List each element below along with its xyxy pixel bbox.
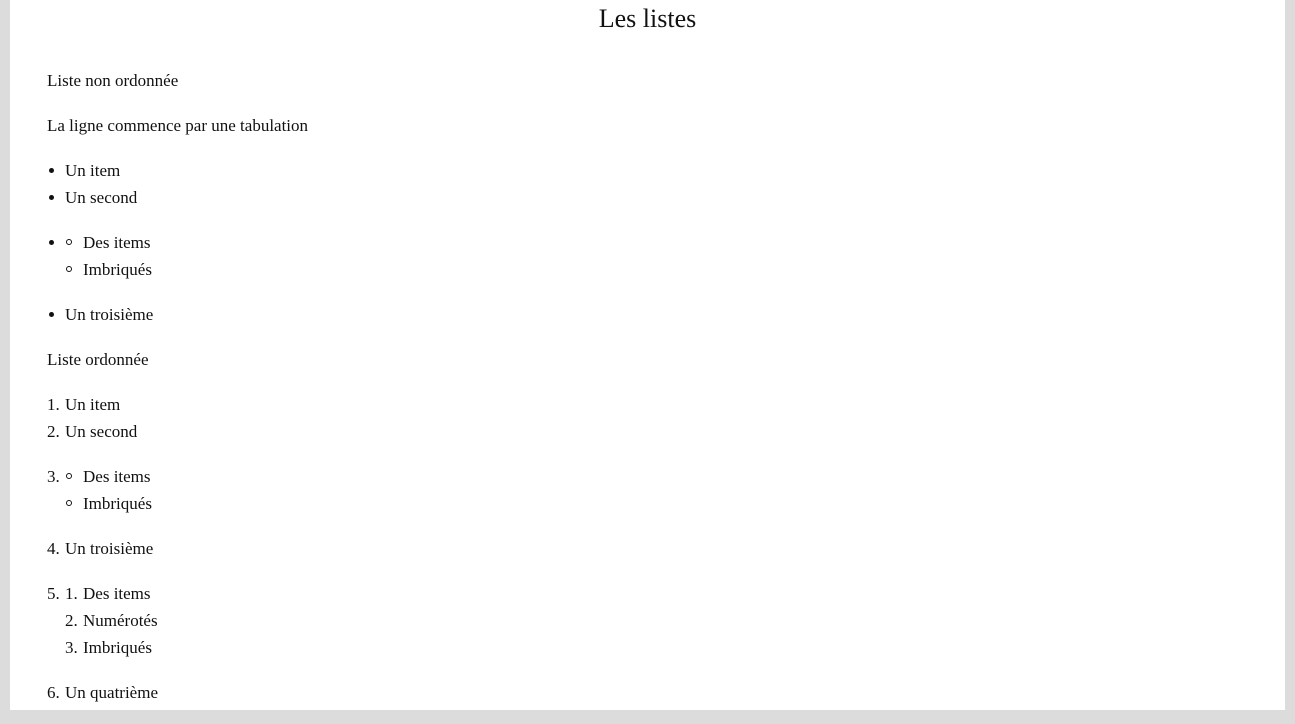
page: Les listes Liste non ordonnée La ligne c…: [10, 0, 1285, 710]
item-number: 1.: [65, 584, 78, 603]
list-item: Un troisième: [47, 301, 308, 328]
ordered-item: 1. Un item: [47, 391, 308, 418]
nested-list-item: 2. Numérotés: [65, 607, 308, 634]
unordered-heading: Liste non ordonnée: [47, 71, 179, 90]
nested-bullet-list: Des items Imbriqués: [65, 229, 308, 283]
item-number: 5.: [47, 584, 60, 603]
list-item: Un second: [47, 184, 308, 211]
list-item: Des items Imbriqués: [47, 229, 308, 283]
list-item: Un item: [47, 157, 308, 184]
ordered-item: 5. 1. Des items 2. Numérotés 3. Imbriqués: [47, 580, 308, 661]
item-number: 1.: [47, 395, 60, 414]
ordered-item: 2. Un second: [47, 418, 308, 445]
ordered-item: 3. Des items Imbriqués: [47, 463, 308, 517]
unordered-intro: La ligne commence par une tabulation: [47, 116, 309, 135]
ordered-list: 1. Un item 2. Un second 3. Des items Imbri…: [47, 391, 308, 706]
item-number: 2.: [47, 422, 60, 441]
ordered-item: 6. Un quatrième: [47, 679, 308, 706]
nested-list-item: Imbriqués: [65, 490, 308, 517]
page-title: Les listes: [598, 4, 697, 33]
ordered-heading: Liste ordonnée: [47, 350, 149, 369]
nested-list-item: Des items: [65, 229, 308, 256]
item-number: 6.: [47, 683, 60, 702]
item-number: 3.: [65, 638, 78, 657]
nested-numbered-list: 1. Des items 2. Numérotés 3. Imbriqués: [65, 580, 308, 661]
item-number: 4.: [47, 539, 60, 558]
ordered-item: 4. Un troisième: [47, 535, 308, 562]
nested-list-item: 1. Des items: [65, 580, 308, 607]
document-body: Liste non ordonnée La ligne commence par…: [47, 67, 308, 724]
nested-bullet-list: Des items Imbriqués: [65, 463, 308, 517]
item-number: 2.: [65, 611, 78, 630]
nested-list-item: Imbriqués: [65, 256, 308, 283]
unordered-list: Un item Un second Des items Imbriqués Un…: [47, 157, 308, 328]
nested-list-item: Des items: [65, 463, 308, 490]
item-number: 3.: [47, 467, 60, 486]
nested-list-item: 3. Imbriqués: [65, 634, 308, 661]
